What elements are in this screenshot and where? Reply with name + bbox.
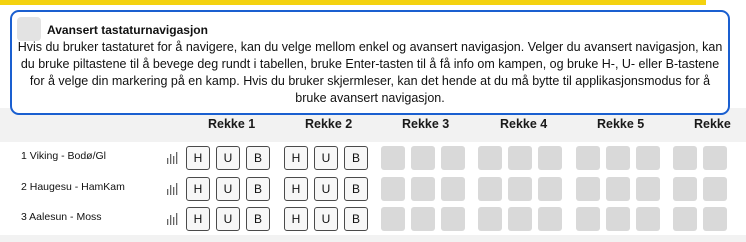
inactive-outcome-cell	[508, 177, 532, 201]
inactive-outcome-cell	[673, 177, 697, 201]
advanced-keyboard-nav-panel: Avansert tastaturnavigasjon Hvis du bruk…	[10, 10, 730, 115]
inactive-outcome-cell	[411, 207, 435, 231]
outcome-h-button[interactable]: H	[186, 177, 210, 201]
inactive-outcome-cell	[606, 207, 630, 231]
outcome-u-button[interactable]: U	[314, 177, 338, 201]
top-accent-bar	[0, 0, 746, 5]
outcome-u-button[interactable]: U	[216, 207, 240, 231]
outcome-b-button[interactable]: B	[246, 207, 270, 231]
inactive-outcome-cell	[703, 207, 727, 231]
advanced-nav-checkbox[interactable]	[17, 17, 41, 41]
panel-description: Hvis du bruker tastaturet for å navigere…	[17, 40, 723, 105]
outcome-b-button[interactable]: B	[344, 146, 368, 170]
inactive-outcome-cell	[538, 177, 562, 201]
inactive-outcome-cell	[441, 207, 465, 231]
rekke-header-3: Rekke 3	[402, 117, 450, 131]
inactive-outcome-cell	[636, 146, 660, 170]
match-row: 3 Aalesun - Moss H U B H U B	[0, 203, 746, 235]
inactive-outcome-cell	[673, 146, 697, 170]
inactive-outcome-cell	[381, 146, 405, 170]
outcome-h-button[interactable]: H	[284, 146, 308, 170]
outcome-h-button[interactable]: H	[186, 146, 210, 170]
inactive-outcome-cell	[508, 207, 532, 231]
inactive-outcome-cell	[441, 146, 465, 170]
inactive-outcome-cell	[636, 177, 660, 201]
inactive-outcome-cell	[576, 146, 600, 170]
inactive-outcome-cell	[411, 177, 435, 201]
match-row: 1 Viking - Bodø/Gl H U B H U B	[0, 142, 746, 174]
outcome-u-button[interactable]: U	[314, 146, 338, 170]
match-row: 2 Haugesu - HamKam H U B H U B	[0, 173, 746, 205]
inactive-outcome-cell	[703, 146, 727, 170]
bar-chart-icon[interactable]	[166, 152, 178, 164]
inactive-outcome-cell	[381, 207, 405, 231]
inactive-outcome-cell	[636, 207, 660, 231]
inactive-outcome-cell	[508, 146, 532, 170]
rekke-header-5: Rekke 5	[597, 117, 645, 131]
inactive-outcome-cell	[538, 146, 562, 170]
rekke-header-2: Rekke 2	[305, 117, 353, 131]
inactive-outcome-cell	[538, 207, 562, 231]
outcome-u-button[interactable]: U	[216, 146, 240, 170]
inactive-outcome-cell	[606, 177, 630, 201]
inactive-outcome-cell	[576, 207, 600, 231]
rekke-header-6: Rekke	[694, 117, 731, 131]
inactive-outcome-cell	[673, 207, 697, 231]
inactive-outcome-cell	[478, 146, 502, 170]
outcome-b-button[interactable]: B	[344, 177, 368, 201]
match-label: 3 Aalesun - Moss	[21, 211, 102, 223]
rekke-header-1: Rekke 1	[208, 117, 256, 131]
inactive-outcome-cell	[381, 177, 405, 201]
inactive-outcome-cell	[703, 177, 727, 201]
outcome-u-button[interactable]: U	[314, 207, 338, 231]
bar-chart-icon[interactable]	[166, 213, 178, 225]
outcome-b-button[interactable]: B	[246, 177, 270, 201]
inactive-outcome-cell	[478, 177, 502, 201]
outcome-h-button[interactable]: H	[284, 177, 308, 201]
match-label: 2 Haugesu - HamKam	[21, 181, 125, 193]
bar-chart-icon[interactable]	[166, 183, 178, 195]
outcome-u-button[interactable]: U	[216, 177, 240, 201]
top-bar-gap	[706, 0, 746, 5]
outcome-b-button[interactable]: B	[246, 146, 270, 170]
inactive-outcome-cell	[441, 177, 465, 201]
rekke-header-4: Rekke 4	[500, 117, 548, 131]
inactive-outcome-cell	[606, 146, 630, 170]
outcome-h-button[interactable]: H	[186, 207, 210, 231]
inactive-outcome-cell	[478, 207, 502, 231]
outcome-b-button[interactable]: B	[344, 207, 368, 231]
outcome-h-button[interactable]: H	[284, 207, 308, 231]
panel-title: Avansert tastaturnavigasjon	[47, 23, 208, 37]
inactive-outcome-cell	[411, 146, 435, 170]
inactive-outcome-cell	[576, 177, 600, 201]
match-label: 1 Viking - Bodø/Gl	[21, 150, 107, 162]
